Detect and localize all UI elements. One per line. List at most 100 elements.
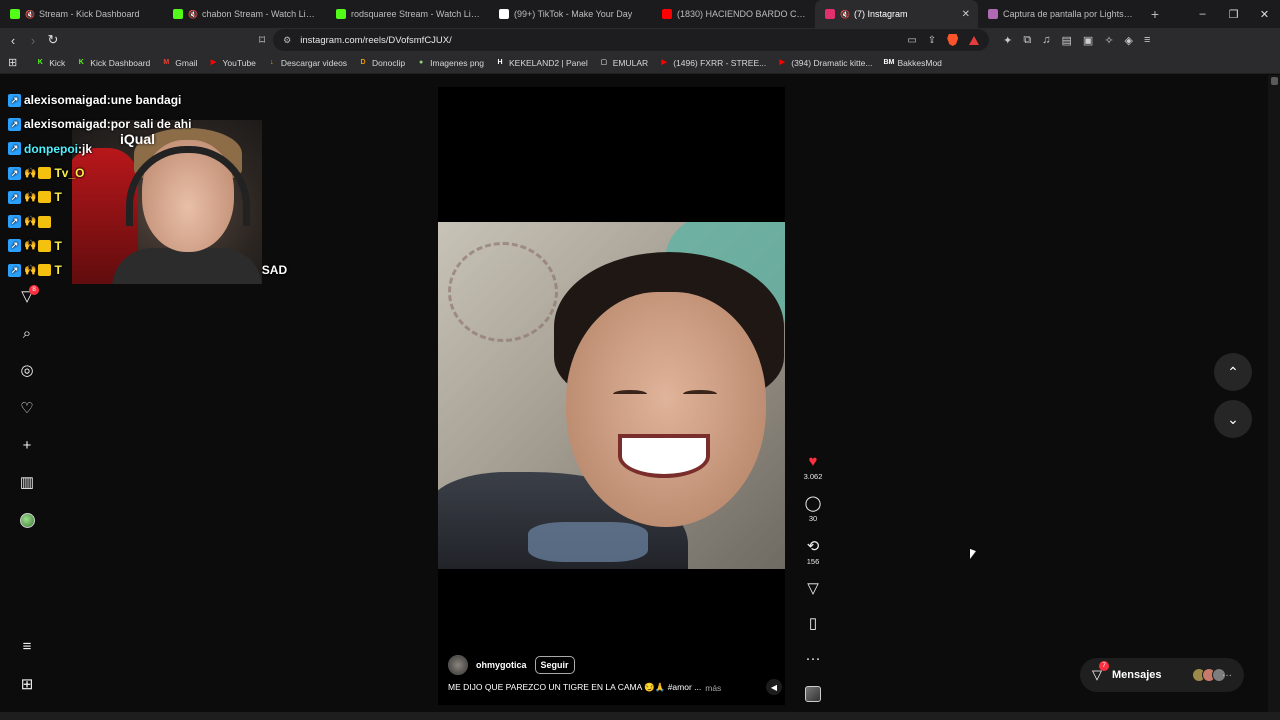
nav-dashboard-button[interactable]: ▥	[14, 471, 40, 493]
media-icon[interactable]: ♫	[1042, 34, 1050, 46]
bookmark-item[interactable]: ▶ (394) Dramatic kitte...	[777, 58, 873, 68]
author-avatar[interactable]	[448, 655, 468, 675]
bookmark-label: Kick Dashboard	[90, 57, 151, 68]
maximize-icon[interactable]: ❐	[1218, 0, 1249, 28]
ellipsis-icon: ···	[805, 650, 821, 667]
bookmark-favicon-icon: K	[37, 58, 43, 66]
messages-pill[interactable]: ▽ 7 Mensajes ···	[1080, 658, 1244, 692]
browser-tab[interactable]: Captura de pantalla por Lightshot	[978, 0, 1141, 28]
screenshot-icon[interactable]: ⧉	[1023, 34, 1031, 47]
reel-video[interactable]	[438, 222, 785, 569]
extensions-icon[interactable]: ✦	[1003, 34, 1012, 47]
bookmark-label: (1496) FXRR - STREE...	[673, 57, 767, 68]
nav-notifications-button[interactable]: ♡	[14, 397, 40, 419]
bookmark-favicon-icon: BM	[883, 58, 895, 66]
nav-direct-button[interactable]: ▽ 8	[14, 285, 40, 307]
lightshot-icon	[988, 9, 998, 19]
previous-reel-button[interactable]: ⌃	[1214, 353, 1252, 391]
bookmark-favicon-icon: ▶	[779, 58, 785, 66]
bookmark-item[interactable]: ▶ YouTube	[209, 58, 256, 68]
muted-audio-icon[interactable]: 🔇	[188, 10, 198, 19]
browser-tab[interactable]: 🔇 Stream - Kick Dashboard	[0, 0, 163, 28]
subscriber-badge-icon	[38, 264, 52, 277]
instagram-page: ▽ 8 ⌕ ◎ ♡ + ▥ ≡ ⊞ iQual ↗ alexisomaigad :…	[0, 75, 1280, 720]
bookmark-item[interactable]: D Donoclip	[358, 58, 406, 68]
bookmark-item[interactable]: H KEKELAND2 | Panel	[495, 58, 587, 68]
chat-username: Tv_O	[54, 166, 85, 181]
bookmark-item[interactable]: K Kick	[35, 58, 66, 68]
save-button[interactable]: ▯	[800, 615, 826, 633]
vertical-scrollbar[interactable]	[1268, 75, 1280, 712]
author-name[interactable]: ohmygotica	[476, 660, 527, 670]
forward-icon[interactable]: ›	[23, 30, 43, 50]
back-icon[interactable]: ‹	[3, 30, 23, 50]
bookmark-item[interactable]: M Gmail	[161, 58, 197, 68]
bookmark-item[interactable]: K Kick Dashboard	[76, 57, 151, 68]
sidebar-icon[interactable]: ▤	[1062, 34, 1072, 47]
like-button[interactable]: ♥ 3.062	[800, 453, 826, 481]
new-tab-button[interactable]: +	[1141, 6, 1169, 22]
bookmark-item[interactable]: ● Imagenes png	[416, 58, 484, 68]
comment-button[interactable]: ◯ 30	[800, 495, 826, 523]
browser-tab[interactable]: (1830) HACIENDO BARDO CON MAX	[652, 0, 815, 28]
kick-badge-icon: ↗	[8, 190, 21, 204]
vpn-icon[interactable]: ◈	[1125, 34, 1133, 47]
share-button[interactable]: ▽	[800, 580, 826, 598]
nav-profile-button[interactable]	[14, 509, 40, 531]
bookmark-page-icon[interactable]: ⌑	[259, 33, 265, 47]
nav-create-button[interactable]: +	[14, 434, 40, 456]
next-reel-button[interactable]: ⌄	[1214, 400, 1252, 438]
bookmark-item[interactable]: BM BakkesMod	[884, 58, 942, 68]
install-app-icon[interactable]: ▭	[907, 35, 916, 46]
scrollbar-thumb[interactable]	[1271, 77, 1278, 85]
follow-button[interactable]: Seguir	[534, 656, 575, 674]
muted-audio-icon[interactable]: 🔇	[25, 10, 35, 19]
nav-more-button[interactable]: ≡	[14, 635, 40, 657]
sound-toggle-button[interactable]: ◀	[766, 679, 782, 695]
bookmark-item[interactable]: ▶ (1496) FXRR - STREE...	[659, 58, 766, 68]
repost-button[interactable]: ⟲ 156	[800, 538, 826, 566]
minimize-icon[interactable]: –	[1187, 0, 1218, 28]
close-tab-icon[interactable]: ✕	[958, 9, 970, 20]
menu-icon[interactable]: ≡	[1144, 34, 1150, 46]
apps-grid-icon[interactable]: ⊞	[8, 56, 17, 69]
browser-tab[interactable]: 🔇chabon Stream - Watch Live on Kick	[163, 0, 326, 28]
left-eye	[613, 390, 647, 398]
comment-icon: ◯	[804, 495, 822, 512]
direct-send-icon: ▽ 7	[1092, 661, 1109, 683]
chat-line: ↗ 🙌 Tv_O	[8, 161, 298, 185]
nav-search-button[interactable]: ⌕	[14, 322, 40, 344]
bookmark-item[interactable]: ▢ EMULAR	[599, 58, 648, 68]
wallet-icon[interactable]: ▣	[1083, 34, 1093, 47]
browser-tab[interactable]: (99+) TikTok - Make Your Day	[489, 0, 652, 28]
bookmarks-bar: ⊞ K Kick K Kick Dashboard M Gmail ▶ YouTube ↓ Des…	[0, 52, 1280, 74]
address-bar[interactable]: ⚙ instagram.com/reels/DVofsmfCJUX/ ▭ ⇪	[273, 29, 990, 51]
chat-username: T	[54, 238, 62, 253]
emote-badge-icon: 🙌	[24, 264, 37, 276]
site-info-icon[interactable]: ⚙	[283, 35, 291, 46]
leo-ai-icon[interactable]: ✧	[1104, 34, 1113, 47]
muted-audio-icon[interactable]: 🔇	[840, 10, 850, 19]
nav-explore-button[interactable]: ◎	[14, 359, 40, 381]
chat-line: ↗ donpepoi : jk	[8, 137, 298, 161]
kick-icon	[173, 9, 183, 19]
audio-button[interactable]	[800, 686, 826, 702]
browser-tab[interactable]: 🔇 (7) Instagram ✕	[815, 0, 978, 28]
nav-also-from-meta-button[interactable]: ⊞	[14, 673, 40, 695]
chat-line: ↗ 🙌 T	[8, 185, 298, 209]
more-options-button[interactable]: ···	[800, 650, 826, 668]
close-window-icon[interactable]: ✕	[1249, 0, 1280, 28]
send-icon: ▽	[807, 580, 819, 597]
reel-caption: ME DIJO QUE PAREZCO UN TIGRE EN LA CAMA …	[448, 682, 702, 692]
chat-message: une bandagi	[110, 93, 182, 108]
share-icon[interactable]: ⇪	[928, 35, 936, 46]
chat-line: ↗ 🙌	[8, 209, 298, 233]
brave-shields-icon[interactable]	[947, 34, 959, 46]
browser-tab[interactable]: rodsquaree Stream - Watch Live on Kick	[326, 0, 489, 28]
reload-icon[interactable]: ↻	[43, 30, 63, 50]
horizontal-scrollbar[interactable]	[0, 712, 1280, 720]
reel-player[interactable]: ohmygotica Seguir ME DIJO QUE PAREZCO UN…	[438, 87, 785, 705]
caption-more-link[interactable]: más	[705, 683, 721, 693]
brave-rewards-icon[interactable]	[969, 35, 980, 45]
bookmark-item[interactable]: ↓ Descargar videos	[267, 58, 347, 68]
